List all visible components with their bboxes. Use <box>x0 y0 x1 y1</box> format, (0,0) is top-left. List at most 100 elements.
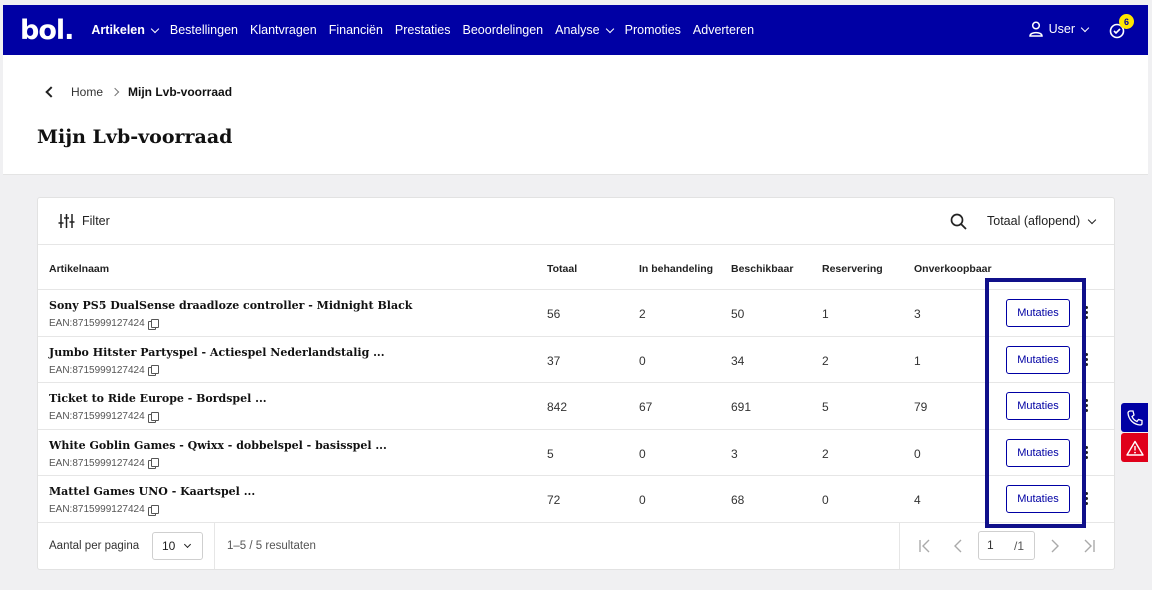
search-button[interactable] <box>950 213 967 235</box>
table-row: Jumbo Hitster Partyspel - Actiespel Nede… <box>38 337 1114 384</box>
product-name[interactable]: Ticket to Ride Europe - Bordspel ... <box>49 392 267 405</box>
copy-icon[interactable] <box>147 411 159 423</box>
copy-icon[interactable] <box>147 504 159 516</box>
cell-reservering: 5 <box>822 400 829 415</box>
chevron-right-icon <box>110 87 120 97</box>
nav-item-analyse[interactable]: Analyse <box>555 23 614 37</box>
divider <box>214 522 215 569</box>
ean-prefix: EAN: <box>49 504 73 516</box>
mutaties-button[interactable]: Mutaties <box>1006 345 1070 374</box>
cell-beschikbaar: 50 <box>731 307 745 321</box>
table-header: Artikelnaam Totaal In behandeling Beschi… <box>38 245 1114 290</box>
more-vertical-icon[interactable] <box>1085 352 1089 367</box>
per-page-select[interactable]: 10 <box>152 531 203 560</box>
ean-prefix: EAN: <box>49 457 73 469</box>
top-navigation-bar: bol. Artikelen Bestellingen Klantvragen … <box>3 5 1148 55</box>
nav-label: Adverteren <box>692 23 755 37</box>
user-menu[interactable]: User <box>1028 21 1090 37</box>
breadcrumb-home[interactable]: Home <box>71 85 103 99</box>
nav-item-beoordelingen[interactable]: Beoordelingen <box>463 23 544 37</box>
col-onverkoopbaar[interactable]: Onverkoopbaar <box>914 263 992 275</box>
ean-prefix: EAN: <box>49 364 73 376</box>
product-name[interactable]: Mattel Games UNO - Kaartspel ... <box>49 485 255 498</box>
ean: EAN: 8715999127424 <box>49 504 159 516</box>
mutaties-button[interactable]: Mutaties <box>1006 299 1070 327</box>
col-beschikbaar[interactable]: Beschikbaar <box>731 263 793 275</box>
last-page-icon[interactable] <box>1080 537 1098 555</box>
more-vertical-icon[interactable] <box>1085 306 1089 320</box>
ean-value: 8715999127424 <box>72 318 145 329</box>
cell-totaal: 842 <box>547 400 568 415</box>
nav-label: Klantvragen <box>250 23 317 37</box>
filter-label: Filter <box>82 214 110 228</box>
cell-reservering: 2 <box>822 353 829 368</box>
ean: EAN: 8715999127424 <box>49 364 159 377</box>
product-name[interactable]: Sony PS5 DualSense draadloze controller … <box>49 299 412 312</box>
chevron-down-icon <box>1087 215 1097 224</box>
nav-item-adverteren[interactable]: Adverteren <box>693 23 754 37</box>
nav-item-financien[interactable]: Financiën <box>329 23 383 37</box>
col-reservering[interactable]: Reservering <box>822 263 883 275</box>
page-number-input[interactable]: 1 <box>978 530 1035 560</box>
ean: EAN: 8715999127424 <box>49 411 159 423</box>
cell-totaal: 5 <box>547 446 554 461</box>
per-page-value: 10 <box>162 538 176 553</box>
col-artikelnaam[interactable]: Artikelnaam <box>49 263 109 275</box>
ean: EAN: 8715999127424 <box>49 457 159 470</box>
table-row: Mattel Games UNO - Kaartspel ... EAN: 87… <box>38 476 1114 523</box>
nav-item-promoties[interactable]: Promoties <box>625 23 681 37</box>
page-title: Mijn Lvb-voorraad <box>37 126 233 148</box>
nav-item-klantvragen[interactable]: Klantvragen <box>250 23 317 37</box>
cell-onverkoopbaar: 0 <box>914 446 921 461</box>
col-totaal[interactable]: Totaal <box>547 263 577 275</box>
phone-icon[interactable] <box>1121 403 1148 432</box>
more-vertical-icon[interactable] <box>1085 492 1089 506</box>
cell-in-behandeling: 67 <box>639 400 653 415</box>
copy-icon[interactable] <box>147 365 159 377</box>
total-pages: /1 <box>1014 538 1025 553</box>
sort-label: Totaal (aflopend) <box>987 214 1081 228</box>
mutaties-button[interactable]: Mutaties <box>1006 485 1070 514</box>
warning-icon[interactable] <box>1121 433 1148 462</box>
pagination-footer: Aantal per pagina 10 1–5 / 5 resultaten … <box>38 522 1114 569</box>
cell-reservering: 2 <box>822 446 829 461</box>
product-name[interactable]: White Goblin Games - Qwixx - dobbelspel … <box>49 439 387 452</box>
cell-in-behandeling: 2 <box>639 307 646 321</box>
mutaties-button[interactable]: Mutaties <box>1006 438 1070 467</box>
ean-prefix: EAN: <box>49 318 73 329</box>
cell-in-behandeling: 0 <box>639 353 646 368</box>
filter-button[interactable]: Filter <box>58 213 110 229</box>
more-vertical-icon[interactable] <box>1085 399 1089 413</box>
first-page-icon[interactable] <box>916 537 934 555</box>
next-page-icon[interactable] <box>1046 537 1064 555</box>
nav-label: Financiën <box>328 23 383 37</box>
mutaties-button[interactable]: Mutaties <box>1006 392 1070 421</box>
cell-onverkoopbaar: 4 <box>914 493 921 508</box>
nav-item-bestellingen[interactable]: Bestellingen <box>170 23 238 37</box>
per-page-label: Aantal per pagina <box>49 539 140 552</box>
copy-icon[interactable] <box>147 318 159 330</box>
chevron-down-icon <box>605 24 614 33</box>
notifications-button[interactable]: 6 <box>1106 14 1134 42</box>
notification-badge: 6 <box>1119 14 1134 29</box>
cell-beschikbaar: 691 <box>731 400 752 415</box>
product-name[interactable]: Jumbo Hitster Partyspel - Actiespel Nede… <box>49 346 385 359</box>
nav-item-prestaties[interactable]: Prestaties <box>395 23 451 37</box>
previous-page-icon[interactable] <box>949 537 967 555</box>
nav-item-artikelen[interactable]: Artikelen <box>91 23 160 37</box>
copy-icon[interactable] <box>147 458 159 470</box>
ean-value: 8715999127424 <box>72 411 145 423</box>
nav-label: Beoordelingen <box>462 23 544 37</box>
ean: EAN: 8715999127424 <box>49 318 159 330</box>
ean-value: 8715999127424 <box>72 457 145 469</box>
sort-dropdown[interactable]: Totaal (aflopend) <box>987 214 1097 228</box>
chevron-down-icon <box>1080 23 1090 32</box>
cell-totaal: 72 <box>547 493 561 508</box>
more-vertical-icon[interactable] <box>1085 445 1089 460</box>
back-arrow-icon[interactable] <box>45 86 57 98</box>
bol-logo[interactable]: bol. <box>20 15 74 46</box>
cell-onverkoopbaar: 3 <box>914 307 921 321</box>
col-in-behandeling[interactable]: In behandeling <box>639 263 713 275</box>
nav-label: Prestaties <box>394 23 451 37</box>
filter-sliders-icon <box>58 214 75 228</box>
